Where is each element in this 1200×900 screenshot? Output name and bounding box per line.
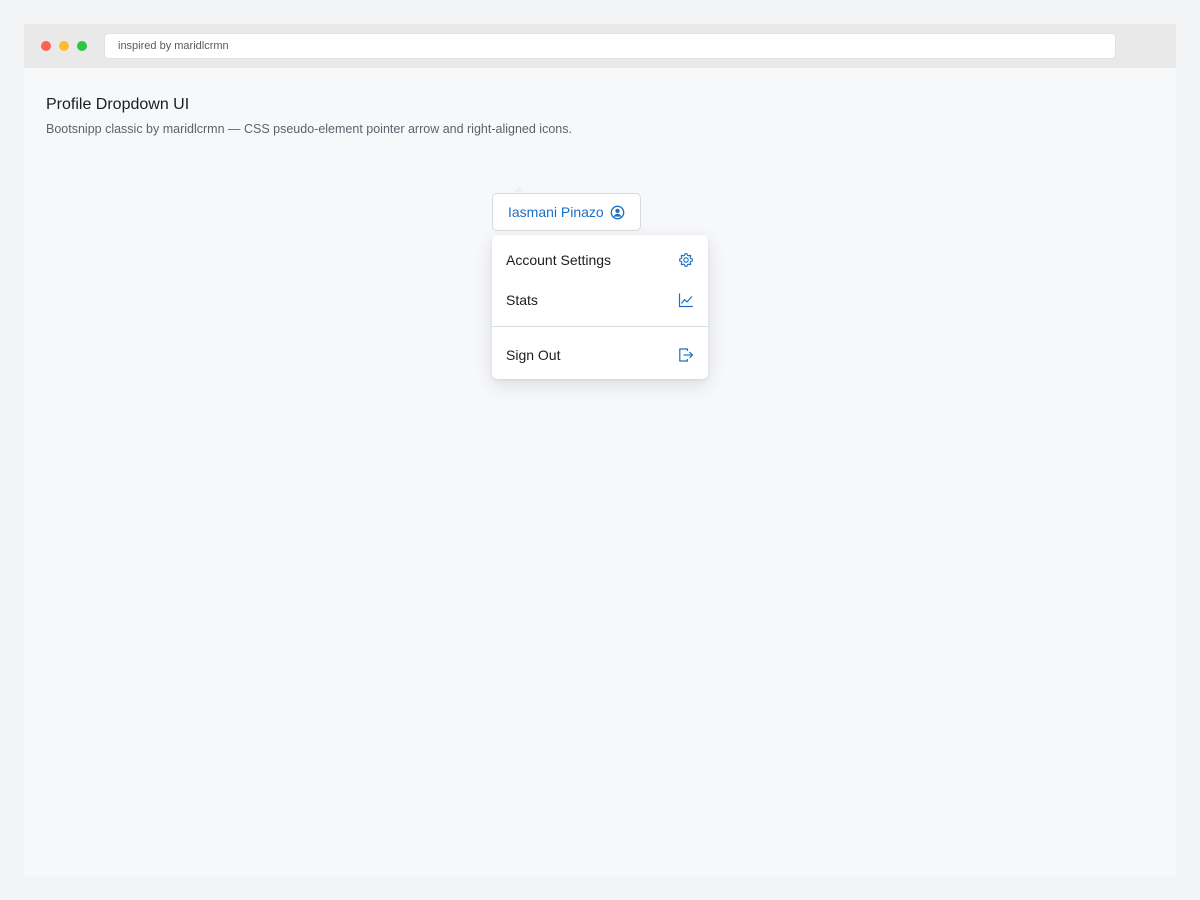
menu-item-label: Stats [506,292,538,308]
line-chart-icon [678,292,694,308]
sign-out-icon [678,347,694,363]
menu-item-sign-out[interactable]: Sign Out [492,335,708,375]
page-title: Profile Dropdown UI [46,96,190,113]
browser-window: inspired by maridlcrmn Profile Dropdown … [24,24,1176,876]
minimize-window-button[interactable] [59,41,69,51]
profile-dropdown-toggle[interactable]: Iasmani Pinazo [492,193,641,231]
menu-item-label: Account Settings [506,252,612,268]
menu-item-stats[interactable]: Stats [492,280,708,320]
page-subtitle: Bootsnipp classic by maridlcrmn — CSS ps… [46,122,572,136]
profile-name: Iasmani Pinazo [508,204,604,220]
menu-item-label: Sign Out [506,347,561,363]
dropdown-pointer-arrow [514,186,524,192]
address-bar[interactable]: inspired by maridlcrmn [104,33,1116,59]
close-window-button[interactable] [41,41,51,51]
user-circle-icon [610,205,625,220]
gear-icon [678,252,694,268]
maximize-window-button[interactable] [77,41,87,51]
menu-divider [492,326,708,327]
menu-item-account-settings[interactable]: Account Settings [492,240,708,280]
profile-dropdown-menu: Account Settings Stats Sign Out [492,235,708,379]
browser-titlebar: inspired by maridlcrmn [24,24,1176,68]
